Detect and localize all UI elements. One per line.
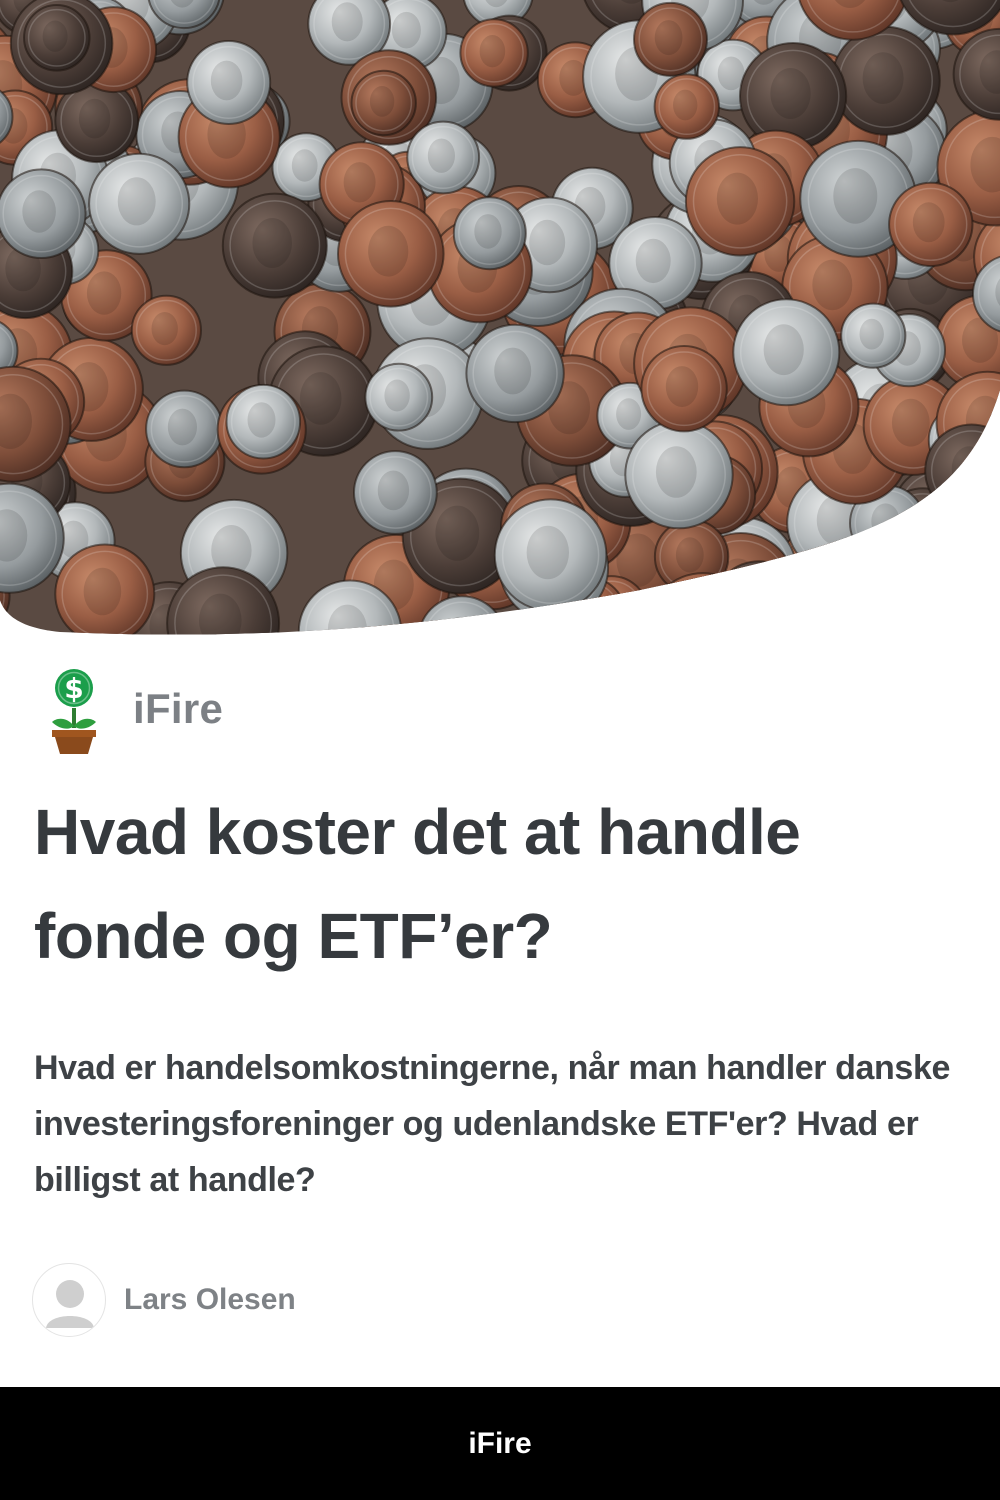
coins-illustration: [0, 0, 1000, 635]
article-subtitle: Hvad er handelsomkostningerne, når man h…: [34, 1049, 950, 1199]
footer-bar: iFire: [0, 1387, 1000, 1500]
author-byline[interactable]: Lars Olesen: [32, 1263, 296, 1337]
user-avatar-icon: [46, 1280, 94, 1328]
hero-image: [0, 0, 1000, 640]
author-avatar[interactable]: [32, 1263, 106, 1337]
brand-name: iFire: [133, 685, 224, 732]
article-title: Hvad koster det at handle fonde og ETF’e…: [34, 796, 801, 972]
brand[interactable]: $ iFire: [40, 664, 223, 754]
footer-label[interactable]: iFire: [468, 1427, 531, 1461]
author-name: Lars Olesen: [124, 1283, 296, 1316]
svg-text:$: $: [64, 672, 83, 705]
money-plant-icon: $: [52, 669, 96, 754]
